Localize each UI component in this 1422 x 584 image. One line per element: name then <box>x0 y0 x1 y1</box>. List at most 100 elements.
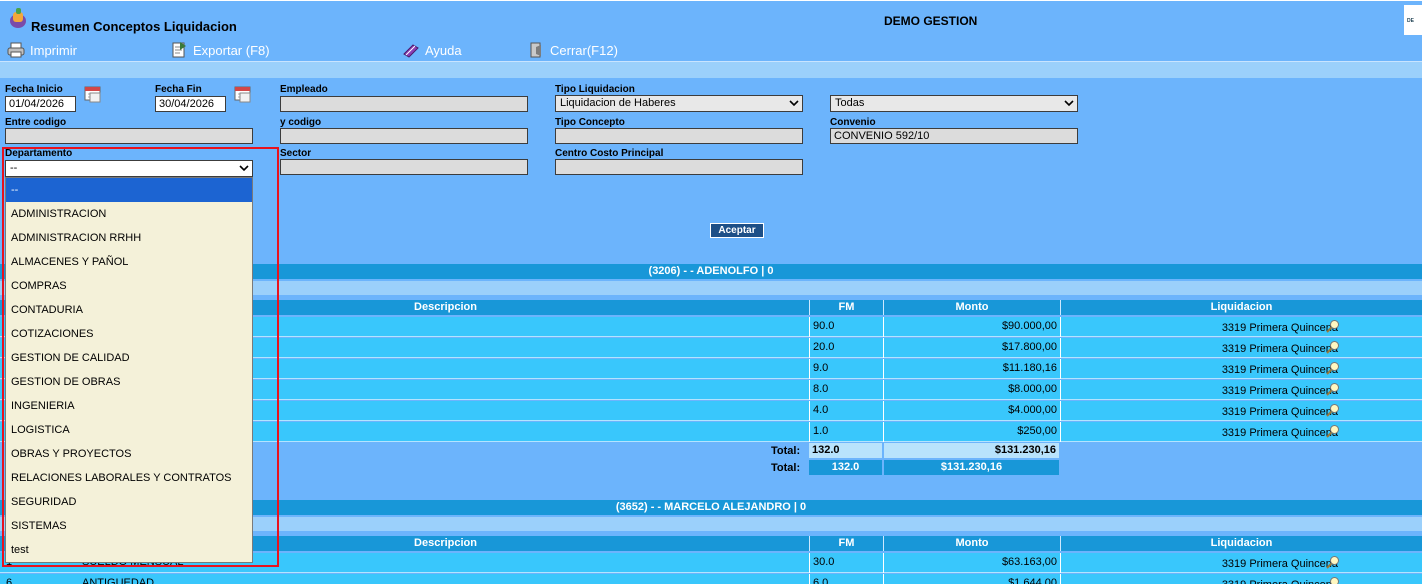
help-book-icon <box>403 44 419 58</box>
tipo-concepto-input[interactable] <box>555 128 803 144</box>
monto-cell: $17.800,00 <box>883 338 1060 358</box>
magnifier-icon[interactable] <box>1326 576 1340 584</box>
liquidacion-cell: 3319 Primera Quincena <box>1060 359 1422 379</box>
col-fm: FM <box>809 536 883 551</box>
dropdown-option[interactable]: INGENIERIA <box>6 394 252 418</box>
fm-cell: 8.0 <box>809 380 883 400</box>
company-name: DEMO GESTION <box>884 14 978 28</box>
dropdown-option[interactable]: GESTION DE CALIDAD <box>6 346 252 370</box>
monto-cell: $250,00 <box>883 422 1060 442</box>
dropdown-option[interactable]: OBRAS Y PROYECTOS <box>6 442 252 466</box>
export-label: Exportar (F8) <box>193 42 270 58</box>
concept-description: ANTIGUEDAD <box>82 577 155 584</box>
liquidacion-cell: 3319 Primera Quincena <box>1060 380 1422 400</box>
dropdown-option[interactable]: SEGURIDAD <box>6 490 252 514</box>
fm-cell: 4.0 <box>809 401 883 421</box>
export-button[interactable]: Exportar (F8) <box>170 41 270 59</box>
dropdown-option[interactable]: COTIZACIONES <box>6 322 252 346</box>
magnifier-icon[interactable] <box>1326 382 1340 396</box>
fecha-fin-label: Fecha Fin <box>155 84 202 95</box>
table-row: 6 ANTIGUEDAD 6.0$1.644,00 3319 Primera Quin… <box>0 574 1422 584</box>
dropdown-option[interactable]: test <box>6 538 252 562</box>
fm-cell: 90.0 <box>809 317 883 337</box>
magnifier-icon[interactable] <box>1326 555 1340 569</box>
sector-input[interactable] <box>280 159 528 175</box>
tipo-concepto-label: Tipo Concepto <box>555 117 625 128</box>
dropdown-option[interactable]: COMPRAS <box>6 274 252 298</box>
grand-total-fm: 132.0 <box>809 460 882 475</box>
entre-codigo-label: Entre codigo <box>5 117 67 128</box>
monto-cell: $8.000,00 <box>883 380 1060 400</box>
company-logo: DE <box>1404 5 1422 35</box>
magnifier-icon[interactable] <box>1326 319 1340 333</box>
app-logo-icon <box>10 8 26 28</box>
monto-cell: $1.644,00 <box>883 574 1060 584</box>
departamento-label: Departamento <box>5 148 73 159</box>
col-monto: Monto <box>883 536 1060 551</box>
chevron-down-icon <box>789 100 799 107</box>
magnifier-icon[interactable] <box>1326 361 1340 375</box>
close-button[interactable]: Cerrar(F12) <box>527 41 618 59</box>
dropdown-option[interactable]: CONTADURIA <box>6 298 252 322</box>
calendar-icon[interactable] <box>82 84 104 104</box>
calendar-icon[interactable] <box>232 84 254 104</box>
door-exit-icon <box>530 42 541 58</box>
liquidacion-text: 3319 Primera Quincena <box>1221 343 1338 355</box>
dropdown-option[interactable]: SISTEMAS <box>6 514 252 538</box>
liquidacion-text: 3319 Primera Quincena <box>1221 322 1338 334</box>
magnifier-icon[interactable] <box>1326 403 1340 417</box>
dropdown-option[interactable]: LOGISTICA <box>6 418 252 442</box>
centro-costo-input[interactable] <box>555 159 803 175</box>
centro-costo-label: Centro Costo Principal <box>555 148 664 159</box>
liquidacion-text: 3319 Primera Quincena <box>1221 385 1338 397</box>
liquidacion-cell: 3319 Primera Quincena <box>1060 317 1422 337</box>
dropdown-option[interactable]: GESTION DE OBRAS <box>6 370 252 394</box>
help-button[interactable]: Ayuda <box>402 41 462 59</box>
close-label: Cerrar(F12) <box>550 42 618 58</box>
fecha-inicio-input[interactable]: 01/04/2026 <box>5 96 76 112</box>
liquidacion-text: 3319 Primera Quincena <box>1221 364 1338 376</box>
print-button[interactable]: Imprimir <box>7 41 77 59</box>
col-liquidacion: Liquidacion <box>1060 536 1422 551</box>
magnifier-icon[interactable] <box>1326 340 1340 354</box>
tipo-liquidacion-label: Tipo Liquidacion <box>555 84 635 95</box>
dropdown-option[interactable]: ADMINISTRACION <box>6 202 252 226</box>
liquidacion-text: 3319 Primera Quincena <box>1222 579 1338 584</box>
estado-value: Todas <box>835 97 865 109</box>
y-codigo-label: y codigo <box>280 117 322 128</box>
fm-cell: 30.0 <box>809 553 883 573</box>
chevron-down-icon <box>1064 100 1074 107</box>
col-monto: Monto <box>883 300 1060 315</box>
monto-cell: $4.000,00 <box>883 401 1060 421</box>
magnifier-icon[interactable] <box>1326 424 1340 438</box>
convenio-label: Convenio <box>830 117 876 128</box>
dropdown-option[interactable]: ADMINISTRACION RRHH <box>6 226 252 250</box>
chevron-down-icon <box>239 165 249 172</box>
y-codigo-input[interactable] <box>280 128 528 144</box>
estado-select[interactable]: Todas <box>830 95 1078 112</box>
dropdown-option[interactable]: ALMACENES Y PAÑOL <box>6 250 252 274</box>
empleado-input[interactable] <box>280 96 528 112</box>
dropdown-option[interactable]: -- <box>6 178 252 202</box>
convenio-input[interactable]: CONVENIO 592/10 <box>830 128 1078 144</box>
fm-cell: 20.0 <box>809 338 883 358</box>
tipo-liquidacion-value: Liquidacion de Haberes <box>560 97 676 109</box>
tipo-liquidacion-select[interactable]: Liquidacion de Haberes <box>555 95 803 112</box>
liquidacion-cell: 3319 Primera Quincena <box>1060 574 1422 584</box>
col-liquidacion: Liquidacion <box>1060 300 1422 315</box>
print-label: Imprimir <box>30 42 77 58</box>
liquidacion-cell: 3319 Primera Quincena <box>1060 422 1422 442</box>
sector-label: Sector <box>280 148 312 159</box>
departamento-select[interactable]: -- <box>5 160 253 177</box>
departamento-dropdown-list: -- ADMINISTRACION ADMINISTRACION RRHH ALMAC… <box>5 177 253 563</box>
accept-button[interactable]: Aceptar <box>710 223 764 238</box>
entre-codigo-input[interactable] <box>5 128 253 144</box>
fecha-fin-input[interactable]: 30/04/2026 <box>155 96 226 112</box>
liquidacion-text: 3319 Primera Quincena <box>1221 558 1338 570</box>
empleado-label: Empleado <box>280 84 328 95</box>
monto-cell: $11.180,16 <box>883 359 1060 379</box>
departamento-value: -- <box>10 162 18 174</box>
toolbar: Imprimir Exportar (F8) Ayuda Cerrar(F12) <box>0 37 1422 62</box>
grand-total-monto: $131.230,16 <box>884 460 1059 475</box>
dropdown-option[interactable]: RELACIONES LABORALES Y CONTRATOS <box>6 466 252 490</box>
